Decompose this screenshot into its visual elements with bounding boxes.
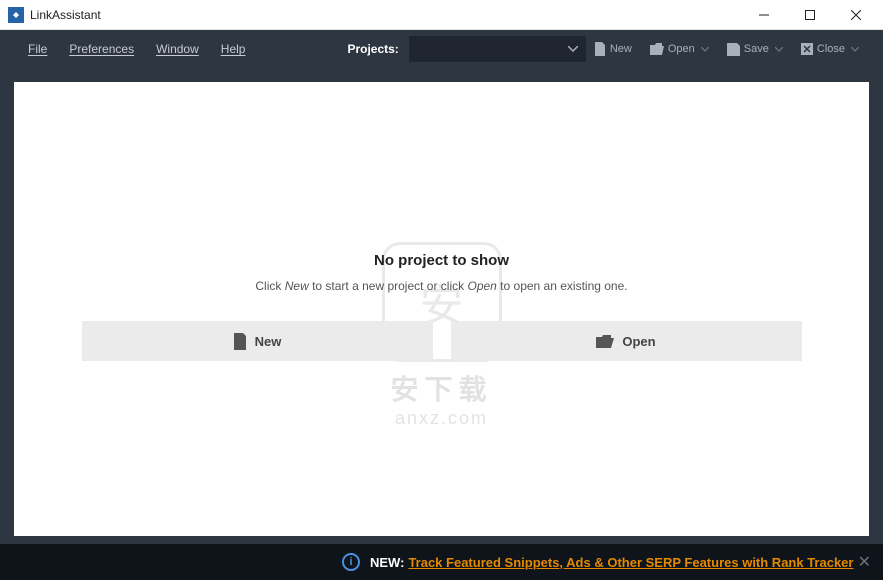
close-square-icon: [801, 43, 813, 55]
big-new-button[interactable]: New: [82, 321, 433, 361]
save-label: Save: [744, 43, 769, 55]
empty-subtitle: Click New to start a new project or clic…: [14, 279, 869, 293]
save-icon: [727, 43, 740, 56]
dismiss-notification-button[interactable]: ✕: [858, 552, 871, 572]
menu-preferences[interactable]: Preferences: [59, 38, 144, 60]
big-open-button[interactable]: Open: [451, 321, 802, 361]
projects-dropdown[interactable]: [409, 36, 586, 62]
big-open-label: Open: [622, 334, 655, 349]
menubar: File Preferences Window Help Projects: N…: [0, 30, 883, 68]
new-button[interactable]: New: [588, 39, 638, 59]
empty-state: No project to show Click New to start a …: [14, 252, 869, 361]
app-icon: [8, 7, 24, 23]
file-icon: [233, 333, 247, 350]
chevron-down-icon: [775, 47, 783, 52]
new-badge: NEW:: [370, 555, 404, 570]
window-controls: [741, 0, 879, 30]
folder-open-icon: [650, 43, 664, 55]
info-icon: i: [342, 553, 360, 571]
workspace: 安 安下载 anxz.com No project to show Click …: [0, 68, 883, 544]
open-label: Open: [668, 43, 695, 55]
chevron-down-icon: [851, 47, 859, 52]
close-label: Close: [817, 43, 845, 55]
save-button[interactable]: Save: [721, 39, 789, 59]
maximize-button[interactable]: [787, 0, 833, 30]
menu-help[interactable]: Help: [211, 38, 256, 60]
canvas: 安 安下载 anxz.com No project to show Click …: [14, 82, 869, 536]
titlebar: LinkAssistant: [0, 0, 883, 30]
notification-link[interactable]: Track Featured Snippets, Ads & Other SER…: [408, 555, 853, 570]
new-label: New: [610, 43, 632, 55]
open-button[interactable]: Open: [644, 39, 715, 59]
close-project-button[interactable]: Close: [795, 39, 865, 59]
chevron-down-icon: [701, 47, 709, 52]
notification-bar: i NEW: Track Featured Snippets, Ads & Ot…: [0, 544, 883, 580]
menu-window[interactable]: Window: [146, 38, 209, 60]
app-title: LinkAssistant: [30, 8, 101, 22]
chevron-down-icon: [568, 46, 578, 52]
minimize-button[interactable]: [741, 0, 787, 30]
menu-file[interactable]: File: [18, 38, 57, 60]
big-new-label: New: [255, 334, 282, 349]
projects-label: Projects:: [347, 42, 406, 56]
empty-title: No project to show: [14, 252, 869, 269]
close-button[interactable]: [833, 0, 879, 30]
folder-open-icon: [596, 334, 614, 348]
file-icon: [594, 42, 606, 56]
